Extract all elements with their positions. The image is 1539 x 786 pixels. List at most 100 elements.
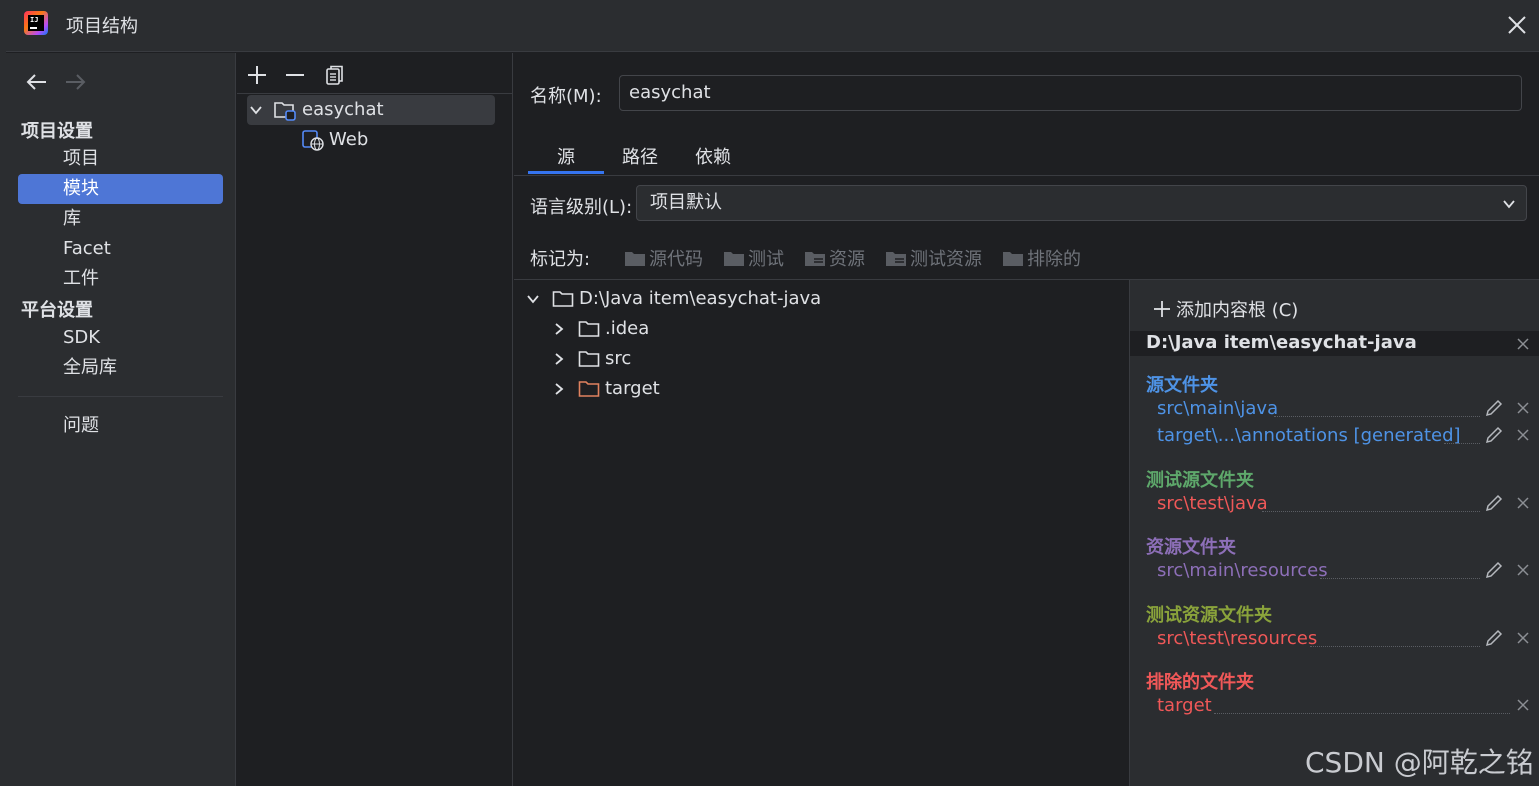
entry-src-main-java[interactable]: src\main\java	[1157, 398, 1278, 419]
close-icon[interactable]	[1516, 401, 1530, 415]
pencil-icon[interactable]	[1484, 425, 1504, 445]
remove-root-icon[interactable]	[1516, 337, 1530, 351]
folder-icon	[625, 252, 645, 266]
module-name: easychat	[302, 99, 384, 120]
pencil-icon[interactable]	[1484, 398, 1504, 418]
sidebar-item-artifacts[interactable]: 工件	[18, 264, 223, 294]
leader-dots	[1320, 578, 1480, 579]
tree-item-label: src	[605, 348, 632, 369]
sidebar-item-sdk[interactable]: SDK	[18, 323, 223, 353]
active-tab-indicator	[528, 171, 604, 174]
chevron-down-icon	[250, 106, 262, 115]
close-icon	[1508, 16, 1526, 34]
sidebar-item-project[interactable]: 项目	[18, 144, 223, 174]
mark-excluded-button[interactable]: 排除的	[1002, 245, 1081, 271]
test-resource-folder-icon	[886, 252, 906, 266]
chevron-right-icon	[555, 383, 564, 395]
watermark: CSDN @阿乾之铭	[1305, 746, 1534, 779]
group-platform-settings: 平台设置	[21, 300, 93, 321]
leader-dots	[1214, 713, 1510, 714]
module-folder-icon	[274, 102, 296, 121]
content-roots-panel: 添加内容根 (C) D:\Java item\easychat-java 源文件…	[1129, 280, 1539, 786]
close-icon[interactable]	[1516, 428, 1530, 442]
folder-icon	[578, 351, 600, 367]
web-facet-icon	[302, 130, 324, 151]
title-bar: IJ 项目结构	[6, 0, 1539, 52]
intellij-app-icon: IJ	[24, 11, 48, 35]
excluded-folder-icon	[578, 381, 600, 397]
add-content-root-button[interactable]: 添加内容根 (C)	[1152, 296, 1298, 322]
plus-icon	[1154, 301, 1170, 317]
folder-icon	[724, 252, 744, 266]
category-excluded-folders: 排除的文件夹	[1146, 672, 1254, 693]
entry-target[interactable]: target	[1157, 695, 1212, 716]
leader-dots	[1310, 646, 1480, 647]
category-source-folders: 源文件夹	[1146, 375, 1218, 396]
settings-sidebar: 项目设置 项目 模块 库 Facet 工件 平台设置 SDK 全局库 问题	[6, 53, 236, 786]
folder-icon	[552, 291, 574, 307]
copy-module-button[interactable]	[323, 63, 347, 87]
remove-module-button[interactable]	[283, 63, 307, 87]
sidebar-item-libraries[interactable]: 库	[18, 204, 223, 234]
window-title: 项目结构	[66, 16, 138, 37]
mark-test-resources-button[interactable]: 测试资源	[885, 245, 982, 271]
sidebar-item-global-libraries[interactable]: 全局库	[18, 353, 223, 383]
mark-tests-button[interactable]: 测试	[723, 245, 784, 271]
plus-icon	[248, 66, 266, 84]
module-name-input[interactable]: easychat	[619, 75, 1522, 111]
minus-icon	[286, 74, 304, 76]
sidebar-divider	[18, 396, 223, 397]
folder-icon	[1003, 252, 1023, 266]
category-test-resource-folders: 测试资源文件夹	[1146, 605, 1272, 626]
tab-paths[interactable]: 路径	[622, 143, 658, 175]
pencil-icon[interactable]	[1484, 493, 1504, 513]
copy-icon	[326, 65, 343, 85]
mark-sources-button[interactable]: 源代码	[624, 245, 703, 271]
tabs-divider	[514, 175, 1539, 176]
forward-button[interactable]	[62, 69, 88, 95]
language-level-value: 项目默认	[650, 192, 722, 213]
add-module-button[interactable]	[245, 63, 269, 87]
pencil-icon[interactable]	[1484, 628, 1504, 648]
content-root-header: D:\Java item\easychat-java	[1130, 331, 1539, 356]
sidebar-item-facets[interactable]: Facet	[18, 234, 223, 264]
arrow-right-icon	[66, 74, 86, 90]
leader-dots	[1262, 511, 1480, 512]
chevron-right-icon	[555, 323, 564, 335]
leader-dots	[1444, 443, 1480, 444]
facet-name: Web	[329, 129, 369, 150]
category-test-source-folders: 测试源文件夹	[1146, 470, 1254, 491]
sidebar-item-modules[interactable]: 模块	[18, 174, 223, 204]
entry-target-annotations[interactable]: target\...\annotations [generated]	[1157, 425, 1461, 446]
pencil-icon[interactable]	[1484, 560, 1504, 580]
language-level-label: 语言级别(L):	[530, 197, 633, 218]
close-icon[interactable]	[1516, 631, 1530, 645]
entry-src-main-resources[interactable]: src\main\resources	[1157, 560, 1328, 581]
toolbar-divider	[237, 93, 513, 94]
sidebar-item-problems[interactable]: 问题	[18, 411, 223, 441]
module-details-panel: 名称(M): easychat 源 路径 依赖 语言级别(L): 项目默认 标记…	[514, 53, 1539, 786]
tree-root-path: D:\Java item\easychat-java	[579, 288, 822, 309]
close-icon[interactable]	[1516, 496, 1530, 510]
tab-dependencies[interactable]: 依赖	[695, 143, 731, 175]
tree-item-label: target	[605, 378, 660, 399]
mark-resources-button[interactable]: 资源	[804, 245, 865, 271]
folder-icon	[578, 321, 600, 337]
entry-src-test-java[interactable]: src\test\java	[1157, 493, 1268, 514]
close-window-button[interactable]	[1502, 10, 1532, 40]
close-icon[interactable]	[1516, 563, 1530, 577]
tree-item-label: .idea	[605, 318, 650, 339]
mark-as-label: 标记为:	[530, 249, 591, 270]
module-list-panel: easychat Web	[237, 53, 513, 786]
content-tree: D:\Java item\easychat-java .idea src tar…	[514, 280, 1129, 786]
leader-dots	[1274, 416, 1480, 417]
close-icon[interactable]	[1516, 698, 1530, 712]
chevron-right-icon	[555, 353, 564, 365]
resource-folder-icon	[805, 252, 825, 266]
language-level-select[interactable]: 项目默认	[636, 185, 1527, 221]
back-button[interactable]	[24, 69, 50, 95]
chevron-down-icon	[527, 295, 539, 304]
chevron-down-icon	[1503, 200, 1515, 209]
entry-src-test-resources[interactable]: src\test\resources	[1157, 628, 1317, 649]
content-root-path: D:\Java item\easychat-java	[1146, 332, 1417, 353]
